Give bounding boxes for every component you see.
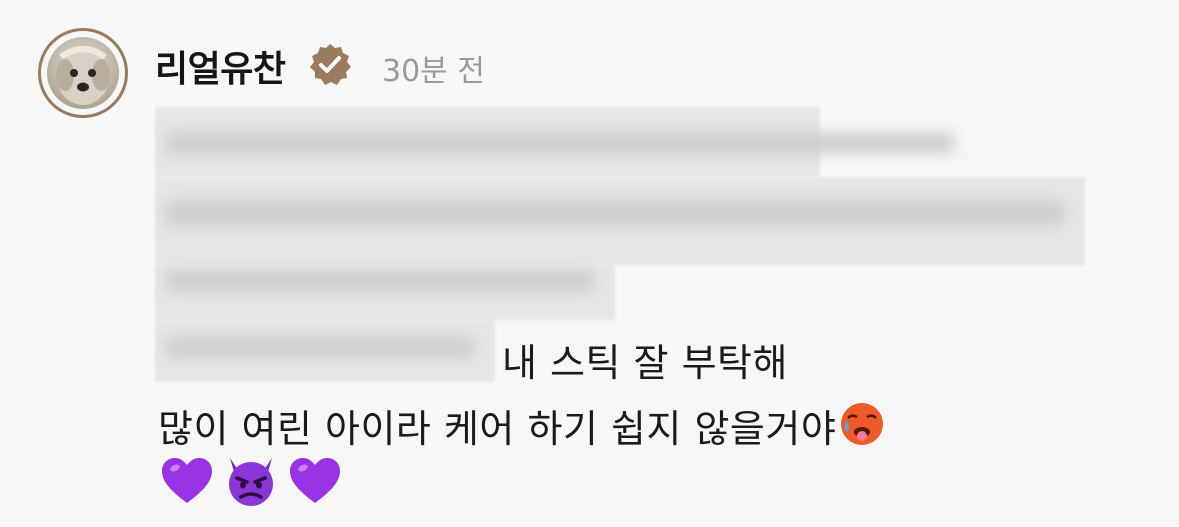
avatar-photo — [47, 37, 119, 109]
comment-line-2: 많이 여린 아이라 케어 하기 쉽지 않을거야 — [158, 398, 886, 453]
username[interactable]: 리얼유찬 — [155, 40, 286, 92]
comment-line-2-text: 많이 여린 아이라 케어 하기 쉽지 않을거야 — [158, 407, 837, 451]
comment-line-1: 내 스틱 잘 부탁해 — [502, 341, 788, 385]
angry-devil-icon — [229, 458, 273, 506]
timestamp: 30분 전 — [382, 54, 485, 89]
verified-badge-icon — [310, 44, 351, 85]
purple-heart-icon — [290, 458, 340, 503]
avatar[interactable] — [38, 28, 128, 118]
hot-face-emoji-icon — [841, 403, 884, 445]
reaction-emoji-row — [158, 452, 344, 510]
purple-heart-icon — [162, 458, 212, 503]
